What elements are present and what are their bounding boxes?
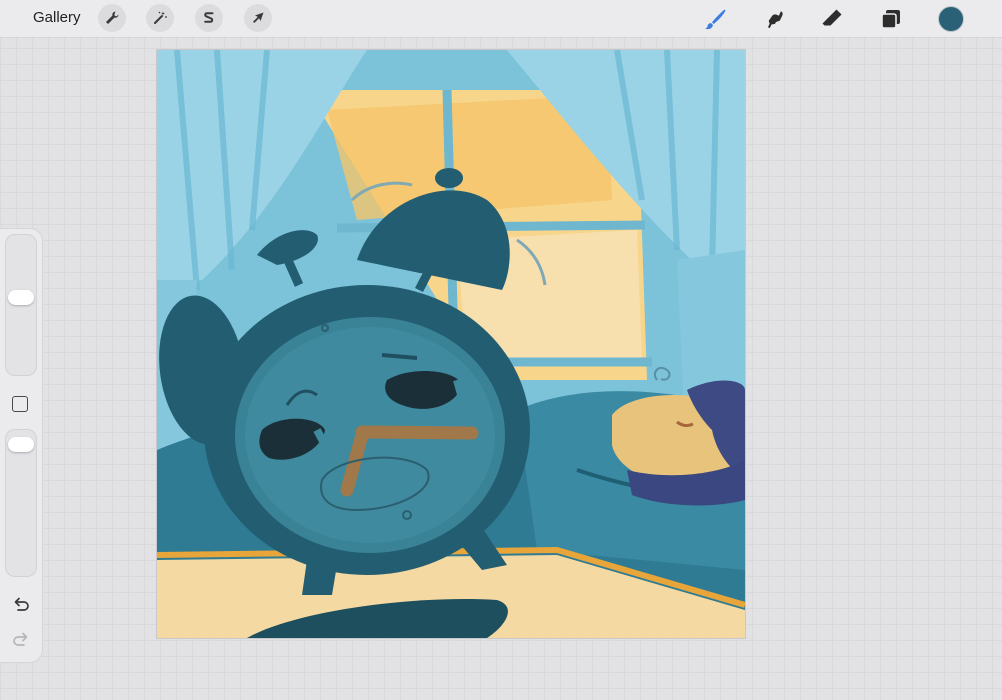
opacity-slider-thumb[interactable]	[8, 437, 34, 453]
eraser-icon	[822, 9, 842, 26]
redo-button[interactable]	[10, 630, 32, 650]
transform-button[interactable]	[244, 4, 272, 32]
selection-s-icon	[204, 12, 214, 23]
wrench-icon	[106, 11, 119, 24]
alarm-clock-illustration	[157, 50, 745, 638]
left-sidebar	[0, 229, 42, 662]
brush-size-slider-thumb[interactable]	[8, 290, 34, 306]
smudge-icon	[767, 11, 783, 29]
undo-icon	[14, 597, 29, 611]
brush-tool-button[interactable]	[701, 5, 729, 33]
smudge-tool-button[interactable]	[760, 5, 788, 33]
redo-icon	[13, 632, 28, 646]
actions-button[interactable]	[98, 4, 126, 32]
color-picker-button[interactable]	[938, 6, 964, 32]
modify-button[interactable]	[12, 396, 28, 412]
gallery-button[interactable]: Gallery	[33, 9, 81, 26]
top-toolbar: Gallery	[0, 0, 1002, 38]
layers-button[interactable]	[877, 5, 905, 33]
procreate-app: Gallery	[0, 0, 1002, 700]
selection-button[interactable]	[195, 4, 223, 32]
undo-button[interactable]	[10, 595, 32, 615]
eraser-tool-button[interactable]	[818, 5, 846, 33]
drawing-canvas[interactable]	[157, 50, 745, 638]
opacity-slider[interactable]	[5, 429, 37, 577]
arrow-cursor-icon	[253, 12, 264, 23]
magic-wand-icon	[154, 11, 167, 24]
layers-icon	[881, 10, 900, 29]
adjustments-button[interactable]	[146, 4, 174, 32]
brush-icon	[705, 9, 726, 30]
brush-size-slider[interactable]	[5, 234, 37, 376]
